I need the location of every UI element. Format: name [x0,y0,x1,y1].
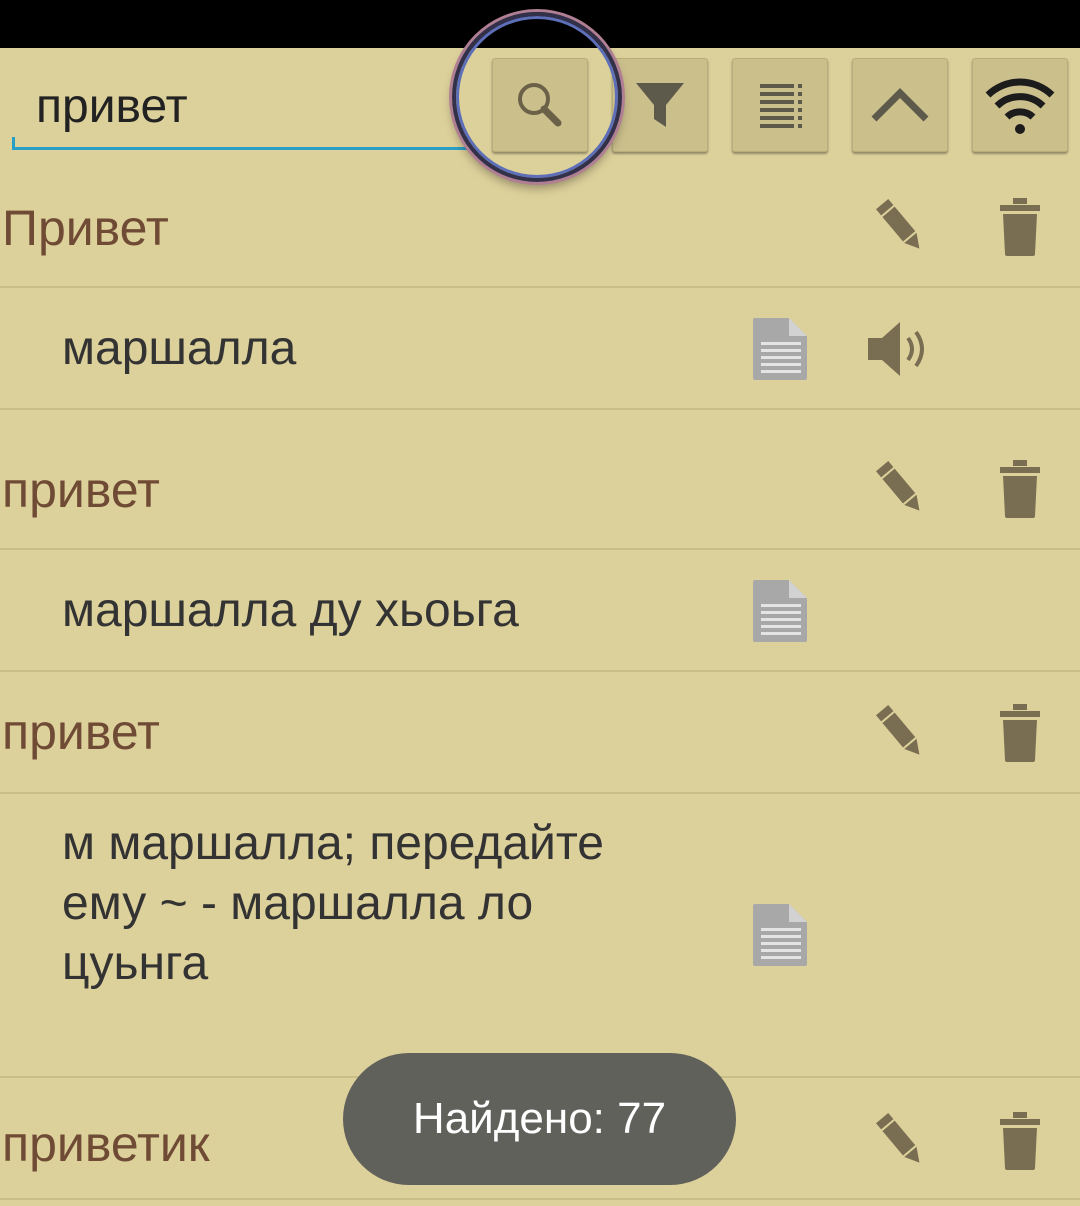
document-icon [753,318,807,380]
document-icon [753,580,807,642]
trash-icon [1000,704,1040,762]
delete-button[interactable] [990,698,1050,768]
edit-button[interactable] [862,698,938,768]
play-sound-button[interactable] [862,312,942,386]
wifi-icon [985,78,1055,134]
translation-row[interactable]: м маршалла; передайте ему ~ - маршалла л… [0,794,1080,1078]
search-button[interactable] [492,58,588,152]
word-text: привет [2,704,160,760]
edit-button[interactable] [862,192,938,262]
word-text: привет [2,462,160,519]
word-row[interactable]: привет [0,672,1080,794]
status-bar [0,0,1080,48]
details-button[interactable] [748,574,812,648]
search-field[interactable] [12,64,468,150]
word-row[interactable]: Привет [0,170,1080,288]
details-button[interactable] [748,898,812,972]
list-icon [760,84,802,128]
filter-button[interactable] [612,58,708,152]
search-input[interactable] [36,78,456,134]
pencil-icon [875,198,920,249]
pencil-icon [875,704,920,755]
translation-text: маршалла ду хьоьга [62,584,519,637]
pencil-icon [875,1112,920,1163]
word-text: приветик [2,1116,210,1172]
edit-button[interactable] [862,454,938,524]
toast-text: Найдено: 77 [412,1094,667,1143]
collapse-button[interactable] [852,58,948,152]
word-row[interactable]: привет [0,410,1080,550]
translation-row[interactable]: маршалла [0,288,1080,410]
search-icon [518,83,562,127]
list-button[interactable] [732,58,828,152]
document-icon [753,904,807,966]
trash-icon [1000,460,1040,518]
translation-row[interactable]: маршалла ду хьоьга [0,550,1080,672]
trash-icon [1000,198,1040,256]
delete-button[interactable] [990,454,1050,524]
translation-text: м маршалла; передайте ему ~ - маршалла л… [62,817,604,990]
chevron-up-icon [871,88,929,122]
translation-text: маршалла [62,322,297,375]
wifi-button[interactable] [972,58,1068,152]
details-button[interactable] [748,312,812,386]
filter-icon [636,83,684,127]
speaker-icon [868,322,924,376]
trash-icon [1000,1112,1040,1170]
delete-button[interactable] [990,1106,1050,1176]
pencil-icon [875,460,920,511]
delete-button[interactable] [990,192,1050,262]
edit-button[interactable] [862,1106,938,1176]
results-toast: Найдено: 77 [343,1053,736,1185]
word-text: Привет [2,200,169,256]
